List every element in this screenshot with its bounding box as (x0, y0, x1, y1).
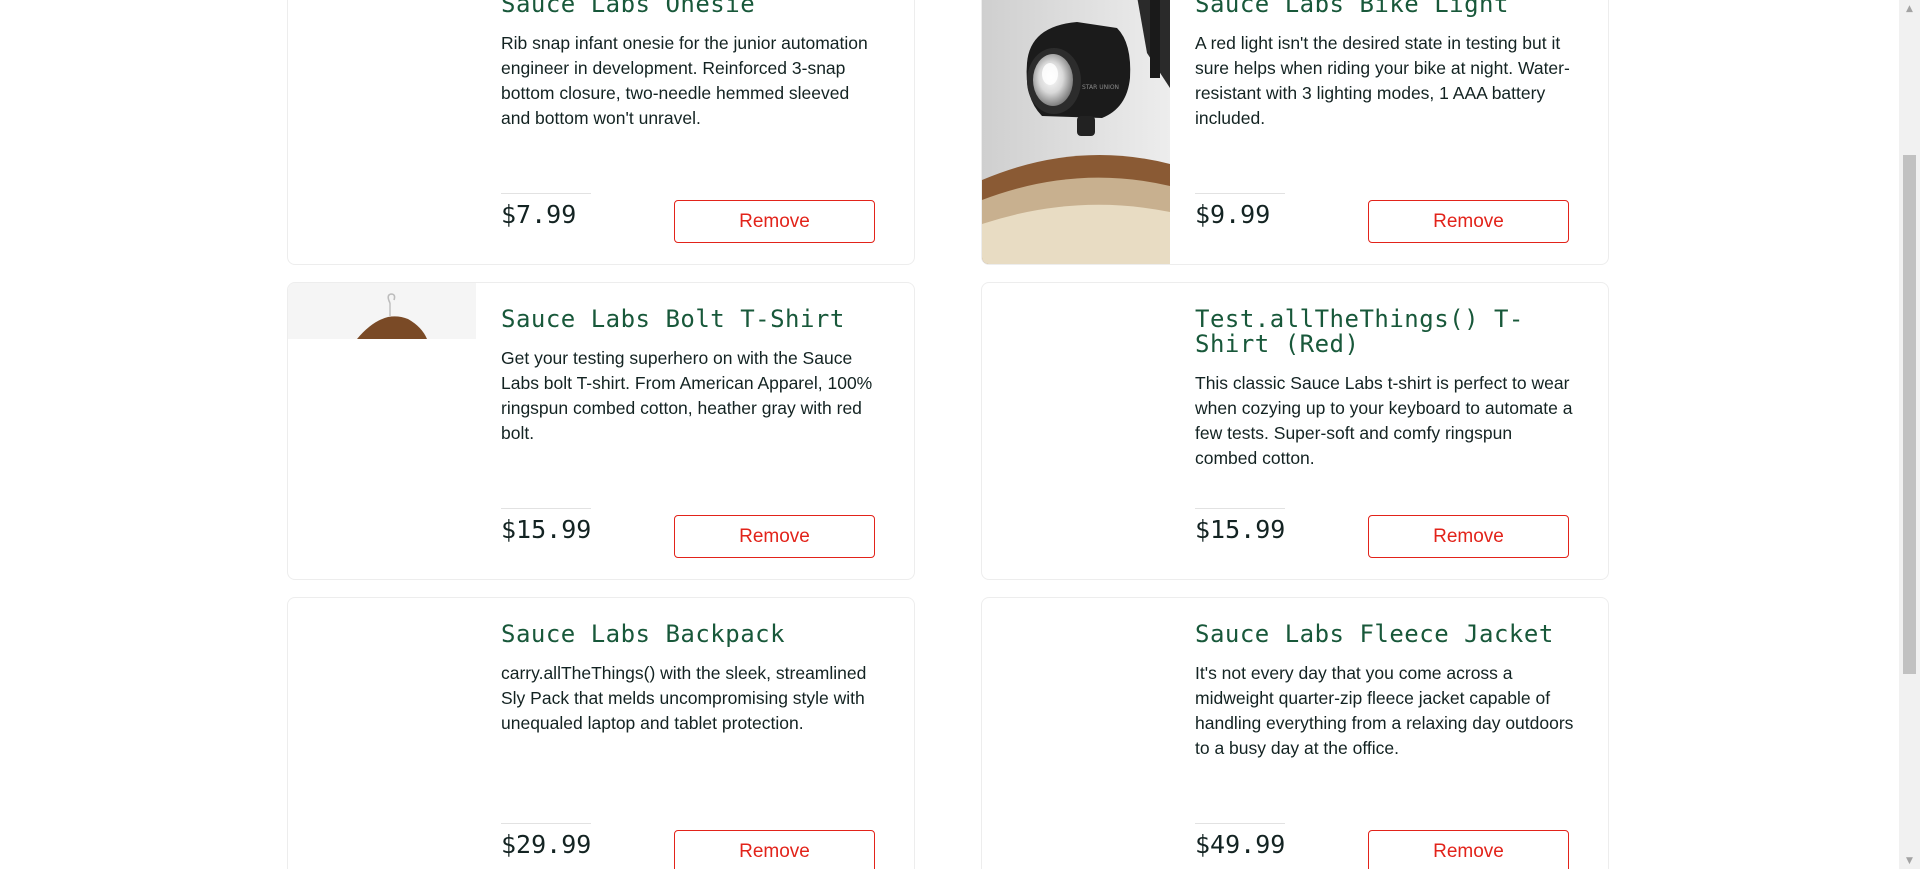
item-title[interactable]: Sauce Labs Onesie (501, 0, 881, 17)
item-price: $15.99 (1195, 515, 1286, 544)
bike-light-image[interactable]: STAR UNION (982, 0, 1170, 264)
item-title[interactable]: Sauce Labs Fleece Jacket (1195, 622, 1575, 647)
scrollbar-thumb[interactable] (1903, 155, 1916, 674)
triangle-down-icon[interactable]: ▼ (1899, 852, 1920, 869)
item-description: Get your testing superhero on with the S… (501, 348, 873, 443)
cart-list: Sauce Labs Onesie Rib snap infant onesie… (0, 0, 1899, 869)
remove-button[interactable]: Remove (1368, 830, 1569, 869)
remove-button[interactable]: Remove (674, 200, 875, 243)
bike-light-photo: STAR UNION (982, 0, 1170, 264)
hanger-image[interactable] (288, 283, 476, 579)
cart-item-fleece-jacket: Sauce Labs Fleece Jacket It's not every … (981, 597, 1609, 869)
item-title[interactable]: Sauce Labs Backpack (501, 622, 881, 647)
item-price: $49.99 (1195, 830, 1286, 859)
remove-button[interactable]: Remove (1368, 515, 1569, 558)
fleece-jacket-image[interactable] (982, 598, 1170, 869)
item-description: This classic Sauce Labs t-shirt is perfe… (1195, 373, 1573, 468)
brand-text: STAR UNION (1082, 84, 1119, 91)
cart-item-bolt-tshirt: Sauce Labs Bolt T-Shirt Get your testing… (287, 282, 915, 580)
item-description: A red light isn't the desired state in t… (1195, 33, 1570, 128)
vertical-scrollbar[interactable]: ▲ ▼ (1899, 0, 1920, 869)
remove-button[interactable]: Remove (674, 515, 875, 558)
cart-item-backpack: Sauce Labs Backpack carry.allTheThings()… (287, 597, 915, 869)
onesie-image[interactable] (288, 0, 476, 264)
price-divider (1195, 193, 1285, 194)
item-price: $7.99 (501, 200, 577, 229)
item-title[interactable]: Test.allTheThings() T-Shirt (Red) (1195, 307, 1575, 357)
backpack-image[interactable] (288, 598, 476, 869)
item-price: $15.99 (501, 515, 592, 544)
item-title[interactable]: Sauce Labs Bike Light (1195, 0, 1575, 17)
cart-item-red-tshirt: Test.allTheThings() T-Shirt (Red) This c… (981, 282, 1609, 580)
remove-button[interactable]: Remove (1368, 200, 1569, 243)
price-divider (1195, 508, 1285, 509)
triangle-up-icon[interactable]: ▲ (1899, 0, 1920, 17)
cart-item-bike-light: STAR UNION Sauce Labs Bike Light A red l… (981, 0, 1609, 265)
item-description: It's not every day that you come across … (1195, 663, 1574, 758)
item-price: $29.99 (501, 830, 592, 859)
hanger-photo (288, 283, 476, 339)
price-divider (501, 508, 591, 509)
item-title[interactable]: Sauce Labs Bolt T-Shirt (501, 307, 881, 332)
price-divider (501, 193, 591, 194)
item-price: $9.99 (1195, 200, 1271, 229)
price-divider (1195, 823, 1285, 824)
item-description: Rib snap infant onesie for the junior au… (501, 33, 868, 128)
item-description: carry.allTheThings() with the sleek, str… (501, 663, 867, 733)
price-divider (501, 823, 591, 824)
remove-button[interactable]: Remove (674, 830, 875, 869)
cart-item-onesie: Sauce Labs Onesie Rib snap infant onesie… (287, 0, 915, 265)
red-tshirt-image[interactable] (982, 283, 1170, 579)
